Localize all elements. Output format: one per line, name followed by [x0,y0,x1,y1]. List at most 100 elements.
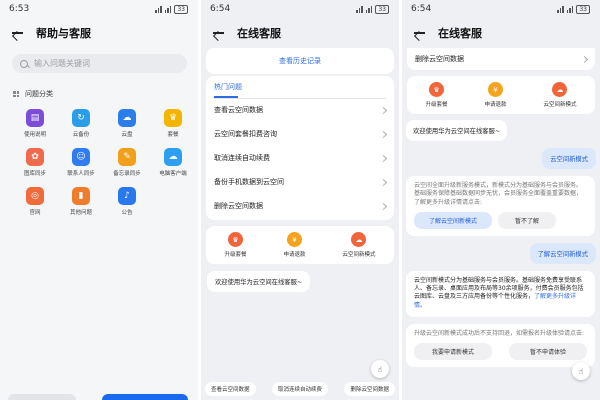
category-section-header: 问题分类 [13,89,198,99]
clock: 6:54 [210,4,231,14]
bot-reply-text: 云空间新模式分为基础服务与会员服务。基础服务免费享受联系人、备忘录、桌面应用及布… [414,277,587,310]
clock: 6:54 [411,4,432,14]
status-icons: 33 [557,4,590,14]
category-label: 官网 [29,210,41,216]
category-label: 使用说明 [23,132,46,138]
history-link[interactable]: 查看历史记录 [206,48,394,74]
apply-new-mode-button[interactable]: 我要申请新模式 [414,343,492,361]
category-label: 电脑客户端 [159,171,187,177]
upgrade-crown-icon: ♛ [428,82,444,97]
hot-question-item[interactable]: 删除云空间数据 [206,194,394,218]
status-bar: 6:54 33 [402,0,600,18]
bot-reply: 升级云空间新模式成功后不支持回退，如需报名升级体验请点击: 我要申请新模式 暂不… [406,324,595,368]
decline-trial-button[interactable]: 暂不申请体验 [509,343,587,361]
nav-bar: 帮助与客服 [0,18,198,48]
signal-icon [164,5,172,13]
category-item[interactable]: ♪ 公告 [104,187,150,216]
hot-question-item[interactable]: 备份手机数据到云空间 [206,170,394,194]
category-label: 套餐 [167,132,179,138]
category-item[interactable]: ♛ 套餐 [150,109,196,138]
hot-question-item[interactable]: 删除云空间数据 [407,48,595,70]
cloud-backup-icon: ↻ [72,109,90,127]
service-hand-icon[interactable]: ☝ [371,360,389,378]
bot-reply: 云空间全面升级新服务模式，新模式分为基础服务与会员服务。基础服务保障基础数据同步… [406,176,595,236]
clock: 6:53 [9,4,30,14]
quick-action[interactable]: ¥ 申请退款 [283,232,306,258]
signal-icon [155,5,162,13]
bot-reply-text: 云空间全面升级新服务模式，新模式分为基础服务与会员服务。基础服务保障基础数据同步… [414,182,583,206]
category-item[interactable]: ▮ 其他问题 [58,187,104,216]
quick-action-label: 升级套餐 [224,252,247,258]
category-item[interactable]: ✎ 备忘录同步 [104,148,150,177]
quick-action[interactable]: ☁ 云空间新模式 [342,232,376,258]
learn-new-mode-button[interactable]: 了解云空间新模式 [414,211,492,229]
hot-question-item[interactable]: 查看云空间数据 [206,98,394,122]
hot-question-list: 查看云空间数据 云空间套餐扣费咨询 取消连续自动续费 备份手机数据到云空间 删除云空间数… [206,98,394,218]
status-icons: 33 [356,4,389,14]
user-message: 了解云空间新模式 [529,242,596,264]
category-item[interactable]: ▤ 使用说明 [12,109,58,138]
hot-question-item[interactable]: 云空间套餐扣费咨询 [206,122,394,146]
gallery-sync-icon: ✿ [26,148,44,166]
cloud-new-mode-icon: ☁ [552,82,568,97]
signal-icon [365,5,373,13]
status-icons: 33 [155,4,188,14]
quick-action-label: 申请退款 [484,102,507,108]
back-arrow-icon[interactable] [10,26,24,40]
category-item[interactable]: ↻ 云备份 [58,109,104,138]
search-icon [20,59,28,68]
category-label: 联系人同步 [67,171,95,177]
signal-icon [557,5,564,13]
contacts-sync-icon: ☺ [72,148,90,166]
service-hand-icon[interactable]: ☝ [572,362,590,380]
notes-sync-icon: ✎ [118,148,136,166]
bottom-button-left[interactable] [8,394,76,400]
suggestion-tag[interactable]: 删除云空间数据 [344,382,395,396]
suggestion-tag[interactable]: 查看云空间数据 [205,382,256,396]
status-bar: 6:54 33 [201,0,399,18]
other-question-icon: ▮ [72,187,90,205]
search-placeholder: 输入问题关键词 [34,59,90,68]
chevron-right-icon [580,55,589,63]
suggestion-tag[interactable]: 取消连续自动续费 [271,382,328,396]
category-label: 云盘 [121,132,133,138]
nav-bar: 在线客服 [402,18,600,48]
category-item[interactable]: ◎ 官网 [12,187,58,216]
quick-actions: ♛ 升级套餐 ¥ 申请退款 ☁ 云空间新模式 [206,226,394,264]
back-arrow-icon[interactable] [211,26,225,40]
category-grid: ▤ 使用说明 ↻ 云备份 ☁ 云盘 ♛ 套餐 ✿ 图库同步 ☺ 联系人同步 ✎ 备忘录同步 ☁ 电脑客户端 ◎ 官… [12,109,198,216]
not-now-button[interactable]: 暂不了解 [498,211,556,229]
crown-icon: ♛ [164,109,182,127]
signal-icon [566,5,574,13]
cloud-drive-icon: ☁ [118,109,136,127]
quick-action-label: 升级套餐 [425,102,448,108]
category-item[interactable]: ✿ 图库同步 [12,148,58,177]
chat-screen-scrolled: 6:54 33 在线客服 删除云空间数据 ♛ 升级套餐 ¥ 申请退款 ☁ 云空间新模式 欢… [402,0,600,400]
battery-icon: 33 [576,4,590,14]
battery-icon: 33 [375,4,389,14]
status-bar: 6:53 33 [0,0,198,18]
quick-action[interactable]: ¥ 申请退款 [484,82,507,108]
user-message: 云空间新模式 [542,148,596,169]
back-arrow-icon[interactable] [412,26,426,40]
quick-action[interactable]: ♛ 升级套餐 [224,232,247,258]
upgrade-crown-icon: ♛ [227,232,243,247]
chevron-right-icon [379,130,388,138]
page-title: 在线客服 [438,27,482,40]
page-title: 在线客服 [237,27,281,40]
category-grid-icon [13,91,19,97]
quick-action-label: 云空间新模式 [342,252,376,258]
hot-questions-title[interactable]: 热门问题 [206,82,394,92]
search-input[interactable]: 输入问题关键词 [12,54,187,73]
help-screen: 6:53 33 帮助与客服 输入问题关键词 问题分类 ▤ 使用说明 ↻ 云备份 ☁ 云盘 ♛… [0,0,198,400]
category-item[interactable]: ☁ 电脑客户端 [150,148,196,177]
signal-icon [356,5,363,13]
hot-question-item[interactable]: 取消连续自动续费 [206,146,394,170]
quick-action[interactable]: ☁ 云空间新模式 [543,82,577,108]
bottom-button-right[interactable] [102,394,188,400]
notice-bell-icon: ♪ [118,187,136,205]
quick-action[interactable]: ♛ 升级套餐 [425,82,448,108]
category-item[interactable]: ☺ 联系人同步 [58,148,104,177]
category-item[interactable]: ☁ 云盘 [104,109,150,138]
welcome-message: 欢迎使用华为云空间在线客服~ [406,120,508,141]
